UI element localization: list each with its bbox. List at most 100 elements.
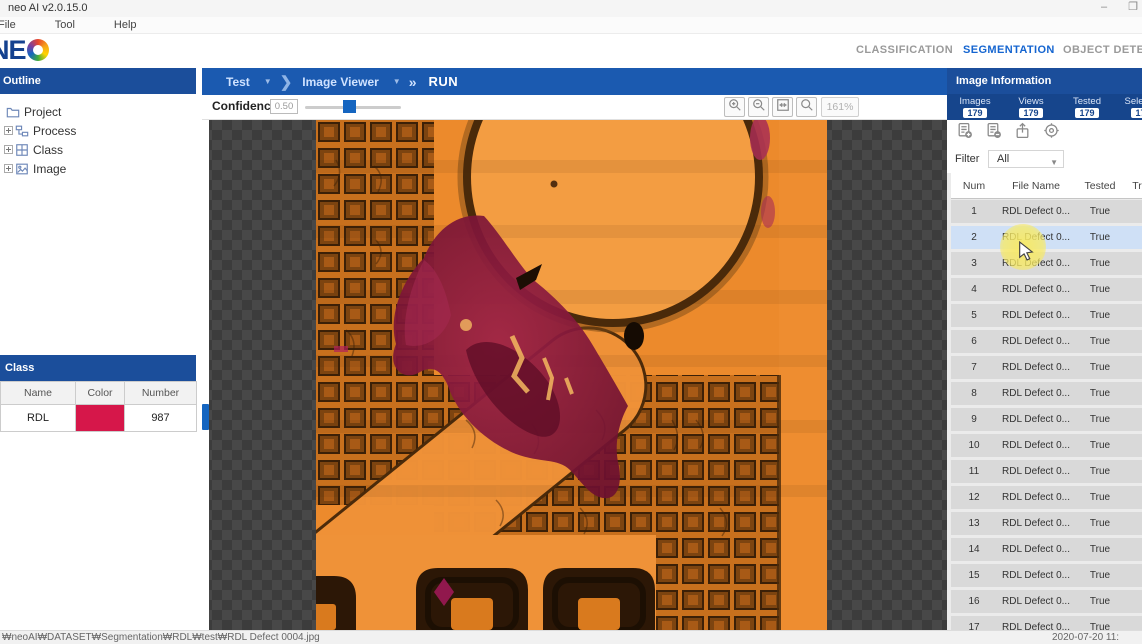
cell-tested: True bbox=[1075, 492, 1125, 503]
cell-transform: False bbox=[1125, 570, 1142, 581]
table-row[interactable]: 16RDL Defect 0...TrueFalse bbox=[951, 590, 1142, 613]
class-color-swatch[interactable] bbox=[76, 405, 125, 432]
mouse-cursor-icon bbox=[1017, 241, 1035, 261]
confidence-slider-handle[interactable] bbox=[343, 100, 356, 113]
confidence-slider[interactable] bbox=[305, 106, 401, 109]
cell-num: 8 bbox=[951, 388, 997, 399]
cell-num: 13 bbox=[951, 518, 997, 529]
cell-num: 3 bbox=[951, 258, 997, 269]
viewer-breadcrumb: Test ▼ ❯ Image Viewer ▼ » RUN bbox=[202, 68, 947, 95]
tree-item-process[interactable]: Process bbox=[0, 121, 202, 140]
cell-transform: False bbox=[1125, 622, 1142, 630]
cell-tested: True bbox=[1075, 414, 1125, 425]
table-row[interactable]: 7RDL Defect 0...TrueFalse bbox=[951, 356, 1142, 379]
main-tab-object-detection[interactable]: OBJECT DETECTION bbox=[1063, 44, 1142, 56]
stat-label: Tested bbox=[1059, 96, 1115, 107]
tree-expander-icon[interactable] bbox=[4, 164, 13, 173]
stat-label: Selected bbox=[1115, 96, 1142, 107]
cell-transform: False bbox=[1125, 388, 1142, 399]
image-table-column-header: Num bbox=[951, 180, 997, 192]
table-row[interactable]: 14RDL Defect 0...TrueFalse bbox=[951, 538, 1142, 561]
cell-tested: True bbox=[1075, 570, 1125, 581]
table-row[interactable]: 15RDL Defect 0...TrueFalse bbox=[951, 564, 1142, 587]
fit-screen-button[interactable] bbox=[772, 97, 793, 117]
table-row[interactable]: 10RDL Defect 0...TrueFalse bbox=[951, 434, 1142, 457]
table-row[interactable]: 17RDL Defect 0...TrueFalse bbox=[951, 616, 1142, 630]
remove-image-button[interactable] bbox=[984, 124, 1002, 142]
logo-o-icon bbox=[27, 39, 49, 61]
class-table-row[interactable]: RDL 987 bbox=[1, 405, 197, 432]
table-row[interactable]: 6RDL Defect 0...TrueFalse bbox=[951, 330, 1142, 353]
splitter-collapse-handle[interactable] bbox=[202, 404, 209, 430]
cell-tested: True bbox=[1075, 310, 1125, 321]
run-button[interactable]: RUN bbox=[429, 74, 459, 89]
cell-num: 16 bbox=[951, 596, 997, 607]
magnifier-icon bbox=[800, 98, 814, 117]
settings-button[interactable] bbox=[1042, 124, 1060, 142]
image-table: 1RDL Defect 0...TrueFalse 2RDL Defect 0..… bbox=[951, 200, 1142, 630]
stat-value-badge: 179 bbox=[1019, 108, 1042, 118]
cell-transform: False bbox=[1125, 206, 1142, 217]
tree-item-image[interactable]: Image bbox=[0, 159, 202, 178]
filter-dropdown[interactable]: All ▼ bbox=[988, 150, 1064, 168]
table-row[interactable]: 5RDL Defect 0...TrueFalse bbox=[951, 304, 1142, 327]
magnifier-button[interactable] bbox=[796, 97, 817, 117]
cell-file: RDL Defect 0... bbox=[997, 336, 1075, 347]
table-row[interactable]: 4RDL Defect 0...TrueFalse bbox=[951, 278, 1142, 301]
class-table-column-header: Name bbox=[1, 382, 76, 405]
image-table-column-header: Transform bbox=[1125, 180, 1142, 192]
class-panel-header: Class bbox=[0, 355, 196, 381]
stat-value-badge: 179 bbox=[1131, 108, 1142, 118]
tab-test[interactable]: Test bbox=[226, 75, 250, 89]
table-row[interactable]: 8RDL Defect 0...TrueFalse bbox=[951, 382, 1142, 405]
outline-header-label: Outline bbox=[3, 75, 41, 87]
cell-transform: False bbox=[1125, 232, 1142, 243]
add-image-button[interactable] bbox=[955, 124, 973, 142]
menu-item-tool[interactable]: Tool bbox=[49, 17, 81, 33]
confidence-input[interactable]: 0.50 bbox=[270, 99, 298, 114]
cell-num: 6 bbox=[951, 336, 997, 347]
main-tab-segmentation[interactable]: SEGMENTATION bbox=[963, 44, 1055, 56]
tree-item-project[interactable]: Project bbox=[0, 102, 202, 121]
minimize-button[interactable]: – bbox=[1093, 0, 1115, 15]
main-tab-classification[interactable]: CLASSIFICATION bbox=[856, 44, 953, 56]
table-row[interactable]: 1RDL Defect 0...TrueFalse bbox=[951, 200, 1142, 223]
zoom-in-button[interactable] bbox=[724, 97, 745, 117]
stat-label: Images bbox=[947, 96, 1003, 107]
image-canvas[interactable] bbox=[202, 120, 947, 630]
export-icon bbox=[1014, 122, 1031, 144]
class-count-cell: 987 bbox=[125, 405, 197, 432]
cell-file: RDL Defect 0... bbox=[997, 440, 1075, 451]
tree-expander-icon[interactable] bbox=[4, 126, 13, 135]
tab-image-viewer[interactable]: Image Viewer bbox=[302, 75, 379, 89]
menu-item-file[interactable]: File bbox=[0, 17, 22, 33]
table-row[interactable]: 11RDL Defect 0...TrueFalse bbox=[951, 460, 1142, 483]
cell-tested: True bbox=[1075, 596, 1125, 607]
image-viewer-dropdown-caret-icon[interactable]: ▼ bbox=[393, 77, 401, 86]
table-row[interactable]: 12RDL Defect 0...TrueFalse bbox=[951, 486, 1142, 509]
cell-num: 4 bbox=[951, 284, 997, 295]
export-button[interactable] bbox=[1013, 124, 1031, 142]
class-name-cell: RDL bbox=[1, 405, 76, 432]
cell-num: 12 bbox=[951, 492, 997, 503]
tree-item-class[interactable]: Class bbox=[0, 140, 202, 159]
stat-images: Images179 bbox=[947, 94, 1003, 120]
restore-button[interactable]: ❐ bbox=[1122, 0, 1142, 15]
breadcrumb-chevron-icon: ❯ bbox=[280, 73, 293, 91]
cell-transform: False bbox=[1125, 492, 1142, 503]
class-icon bbox=[15, 143, 29, 157]
table-row[interactable]: 9RDL Defect 0...TrueFalse bbox=[951, 408, 1142, 431]
stat-selected: Selected179 bbox=[1115, 94, 1142, 120]
test-dropdown-caret-icon[interactable]: ▼ bbox=[264, 77, 272, 86]
panel-splitter[interactable] bbox=[202, 120, 209, 630]
zoom-out-button[interactable] bbox=[748, 97, 769, 117]
outline-header: Outline bbox=[0, 68, 196, 94]
table-row[interactable]: 2RDL Defect 0...TrueFalse bbox=[951, 226, 1142, 249]
table-row[interactable]: 3RDL Defect 0...TrueFalse bbox=[951, 252, 1142, 275]
tree-expander-icon[interactable] bbox=[4, 145, 13, 154]
cell-file: RDL Defect 0... bbox=[997, 388, 1075, 399]
stat-views: Views179 bbox=[1003, 94, 1059, 120]
table-row[interactable]: 13RDL Defect 0...TrueFalse bbox=[951, 512, 1142, 535]
menu-item-help[interactable]: Help bbox=[108, 17, 143, 33]
status-bar: ₩neoAI₩DATASET₩Segmentation₩RDL₩test₩RDL… bbox=[0, 630, 1142, 644]
